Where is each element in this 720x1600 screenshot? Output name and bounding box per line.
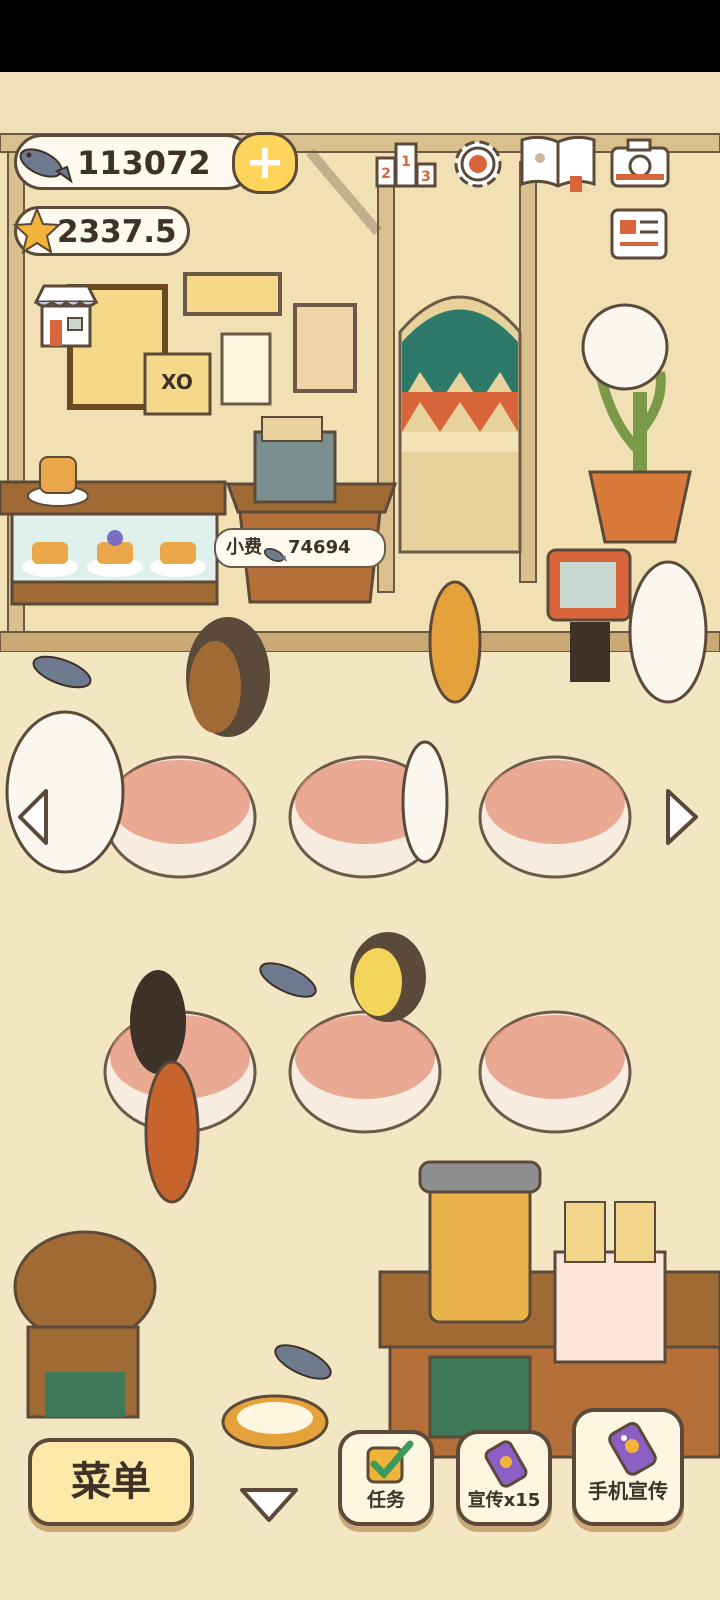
xo-sign: XO <box>161 370 193 394</box>
star-rating-display: 2337.5 <box>11 205 190 257</box>
promote-label: 宣传x15 <box>467 1490 541 1511</box>
collapse-button[interactable] <box>238 1482 300 1526</box>
plus-icon: + <box>244 134 286 190</box>
camera-icon <box>610 138 670 188</box>
tasks-button[interactable]: 任务 <box>338 1430 434 1526</box>
cafe-background <box>0 72 720 1600</box>
tip-amount: 74694 <box>288 537 351 558</box>
scroll-right-button[interactable] <box>662 787 702 847</box>
tip-bubble[interactable]: 小费 74694 <box>214 528 386 568</box>
recipe-book-button[interactable] <box>518 132 598 194</box>
phone-icon <box>608 1422 657 1476</box>
leaderboard-button[interactable]: 12 3 <box>375 136 437 190</box>
star-count: 2337.5 <box>57 214 177 250</box>
chevron-right-icon <box>666 789 698 845</box>
game-scene: 113072 + 2337.5 12 3 XO 小费 74694 菜单 任务 宣传… <box>0 72 720 1600</box>
svg-text:2: 2 <box>381 166 391 182</box>
phone-promote-button[interactable]: 手机宣传 <box>572 1408 684 1526</box>
menu-label: 菜单 <box>71 1459 151 1505</box>
chevron-left-icon <box>18 789 48 845</box>
star-icon <box>11 205 63 257</box>
fish-icon <box>15 141 73 185</box>
menu-button[interactable]: 菜单 <box>28 1438 194 1526</box>
svg-text:3: 3 <box>421 169 431 185</box>
chevron-down-icon <box>240 1488 298 1522</box>
scroll-left-button[interactable] <box>14 787 52 847</box>
camera-button[interactable] <box>608 134 672 192</box>
tip-label: 小费 <box>226 537 262 558</box>
tasks-label: 任务 <box>366 1489 405 1511</box>
newspaper-icon <box>610 208 668 260</box>
fish-icon <box>262 540 288 562</box>
svg-text:1: 1 <box>401 154 411 170</box>
settings-button[interactable] <box>448 134 508 194</box>
phone-promote-label: 手机宣传 <box>588 1479 668 1503</box>
fish-currency-display: 113072 <box>14 134 254 190</box>
shop-button[interactable] <box>30 280 102 352</box>
fish-count: 113072 <box>77 144 211 182</box>
gear-icon <box>454 140 502 188</box>
book-icon <box>520 135 596 192</box>
promote-button[interactable]: 宣传x15 <box>456 1430 552 1526</box>
add-fish-button[interactable]: + <box>232 132 298 194</box>
checkbox-icon <box>366 1440 414 1484</box>
phone-icon <box>484 1440 528 1488</box>
shop-icon <box>33 284 99 348</box>
newspaper-button[interactable] <box>608 206 670 262</box>
podium-icon: 12 3 <box>375 142 437 188</box>
